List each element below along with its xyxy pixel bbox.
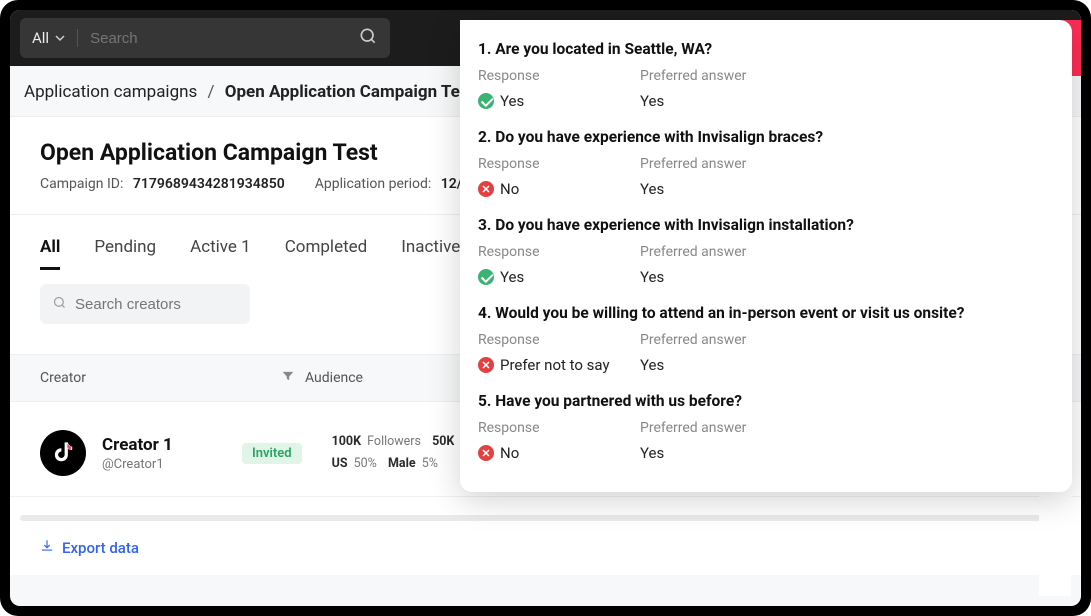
cross-icon <box>478 445 494 461</box>
qa-answer-row: No Yes <box>478 444 1054 462</box>
search-creators-input[interactable] <box>75 296 274 313</box>
qa-item: 3. Do you have experience with Invisalig… <box>478 216 1054 286</box>
qa-response-value: Yes <box>500 268 524 286</box>
application-period-label: Application period: <box>315 176 431 192</box>
search-icon[interactable] <box>358 26 378 50</box>
qa-column-headers: ResponsePreferred answer <box>478 420 1054 436</box>
qa-answer-row: Yes Yes <box>478 92 1054 110</box>
qa-preferred-value: Yes <box>640 180 664 198</box>
breadcrumb-separator: / <box>208 82 215 102</box>
creator-handle: @Creator1 <box>102 457 242 472</box>
avg-value: 50K <box>432 434 454 449</box>
breadcrumb-parent[interactable]: Application campaigns <box>24 82 197 102</box>
tab-active[interactable]: Active 1 <box>190 237 251 270</box>
tab-all[interactable]: All <box>40 237 60 270</box>
qa-preferred-value: Yes <box>640 268 664 286</box>
followers-value: 100K <box>332 434 361 449</box>
check-icon <box>478 269 494 285</box>
qa-response-value: No <box>500 444 519 462</box>
global-search-input[interactable] <box>90 30 358 47</box>
creator-name: Creator 1 <box>102 435 242 455</box>
qa-preferred-value: Yes <box>640 356 664 374</box>
followers-label: Followers <box>367 434 421 449</box>
qa-preferred-header: Preferred answer <box>640 156 746 172</box>
qa-answer-row: Prefer not to say Yes <box>478 356 1054 374</box>
qa-column-headers: ResponsePreferred answer <box>478 68 1054 84</box>
qa-preferred-header: Preferred answer <box>640 332 746 348</box>
qa-response-value: No <box>500 180 519 198</box>
search-creators[interactable] <box>40 284 250 324</box>
export-data-button[interactable]: Export data <box>10 521 1081 575</box>
qa-item: 4. Would you be willing to attend an in-… <box>478 304 1054 374</box>
qa-item: 1. Are you located in Seattle, WA? Respon… <box>478 40 1054 110</box>
qa-response-header: Response <box>478 156 640 172</box>
country-pct: 50% <box>354 456 377 471</box>
qa-question: 1. Are you located in Seattle, WA? <box>478 40 1054 58</box>
cross-icon <box>478 357 494 373</box>
avatar <box>40 430 86 476</box>
qa-item: 2. Do you have experience with Invisalig… <box>478 128 1054 198</box>
qa-preferred-header: Preferred answer <box>640 68 746 84</box>
qa-response-header: Response <box>478 420 640 436</box>
search-scope-label: All <box>32 29 49 47</box>
qa-response-header: Response <box>478 244 640 260</box>
qa-item: 5. Have you partnered with us before? Res… <box>478 392 1054 462</box>
breadcrumb-current: Open Application Campaign Test <box>225 82 475 102</box>
qa-column-headers: ResponsePreferred answer <box>478 244 1054 260</box>
tab-inactive[interactable]: Inactive <box>401 237 460 270</box>
global-search[interactable]: All <box>20 18 390 58</box>
qa-preferred-header: Preferred answer <box>640 420 746 436</box>
qa-answer-row: No Yes <box>478 180 1054 198</box>
qa-column-headers: ResponsePreferred answer <box>478 156 1054 172</box>
campaign-id-value: 7179689434281934850 <box>133 176 285 192</box>
tab-pending[interactable]: Pending <box>94 237 156 270</box>
col-creator-label: Creator <box>40 370 86 386</box>
qa-panel: 1. Are you located in Seattle, WA? Respon… <box>460 20 1072 492</box>
campaign-id: Campaign ID: 7179689434281934850 <box>40 176 285 192</box>
chevron-down-icon <box>55 29 65 47</box>
qa-preferred-value: Yes <box>640 92 664 110</box>
gender-label: Male <box>388 456 416 471</box>
cross-icon <box>478 181 494 197</box>
gender-pct: 5% <box>422 456 438 471</box>
search-icon <box>52 295 67 314</box>
qa-preferred-value: Yes <box>640 444 664 462</box>
qa-answer-row: Yes Yes <box>478 268 1054 286</box>
qa-response-value: Yes <box>500 92 524 110</box>
export-label: Export data <box>62 539 139 557</box>
check-icon <box>478 93 494 109</box>
status-badge: Invited <box>242 443 302 464</box>
tab-completed[interactable]: Completed <box>285 237 368 270</box>
qa-question: 5. Have you partnered with us before? <box>478 392 1054 410</box>
campaign-id-label: Campaign ID: <box>40 176 123 192</box>
download-icon <box>40 539 54 557</box>
search-scope-dropdown[interactable]: All <box>32 29 78 47</box>
country-label: US <box>332 456 348 471</box>
filter-icon[interactable] <box>281 369 295 387</box>
qa-response-value: Prefer not to say <box>500 356 610 374</box>
col-audience-label: Audience <box>305 370 363 386</box>
tiktok-icon <box>50 438 76 468</box>
qa-column-headers: ResponsePreferred answer <box>478 332 1054 348</box>
qa-question: 2. Do you have experience with Invisalig… <box>478 128 1054 146</box>
qa-question: 3. Do you have experience with Invisalig… <box>478 216 1054 234</box>
qa-question: 4. Would you be willing to attend an in-… <box>478 304 1054 322</box>
qa-response-header: Response <box>478 332 640 348</box>
qa-response-header: Response <box>478 68 640 84</box>
qa-preferred-header: Preferred answer <box>640 244 746 260</box>
